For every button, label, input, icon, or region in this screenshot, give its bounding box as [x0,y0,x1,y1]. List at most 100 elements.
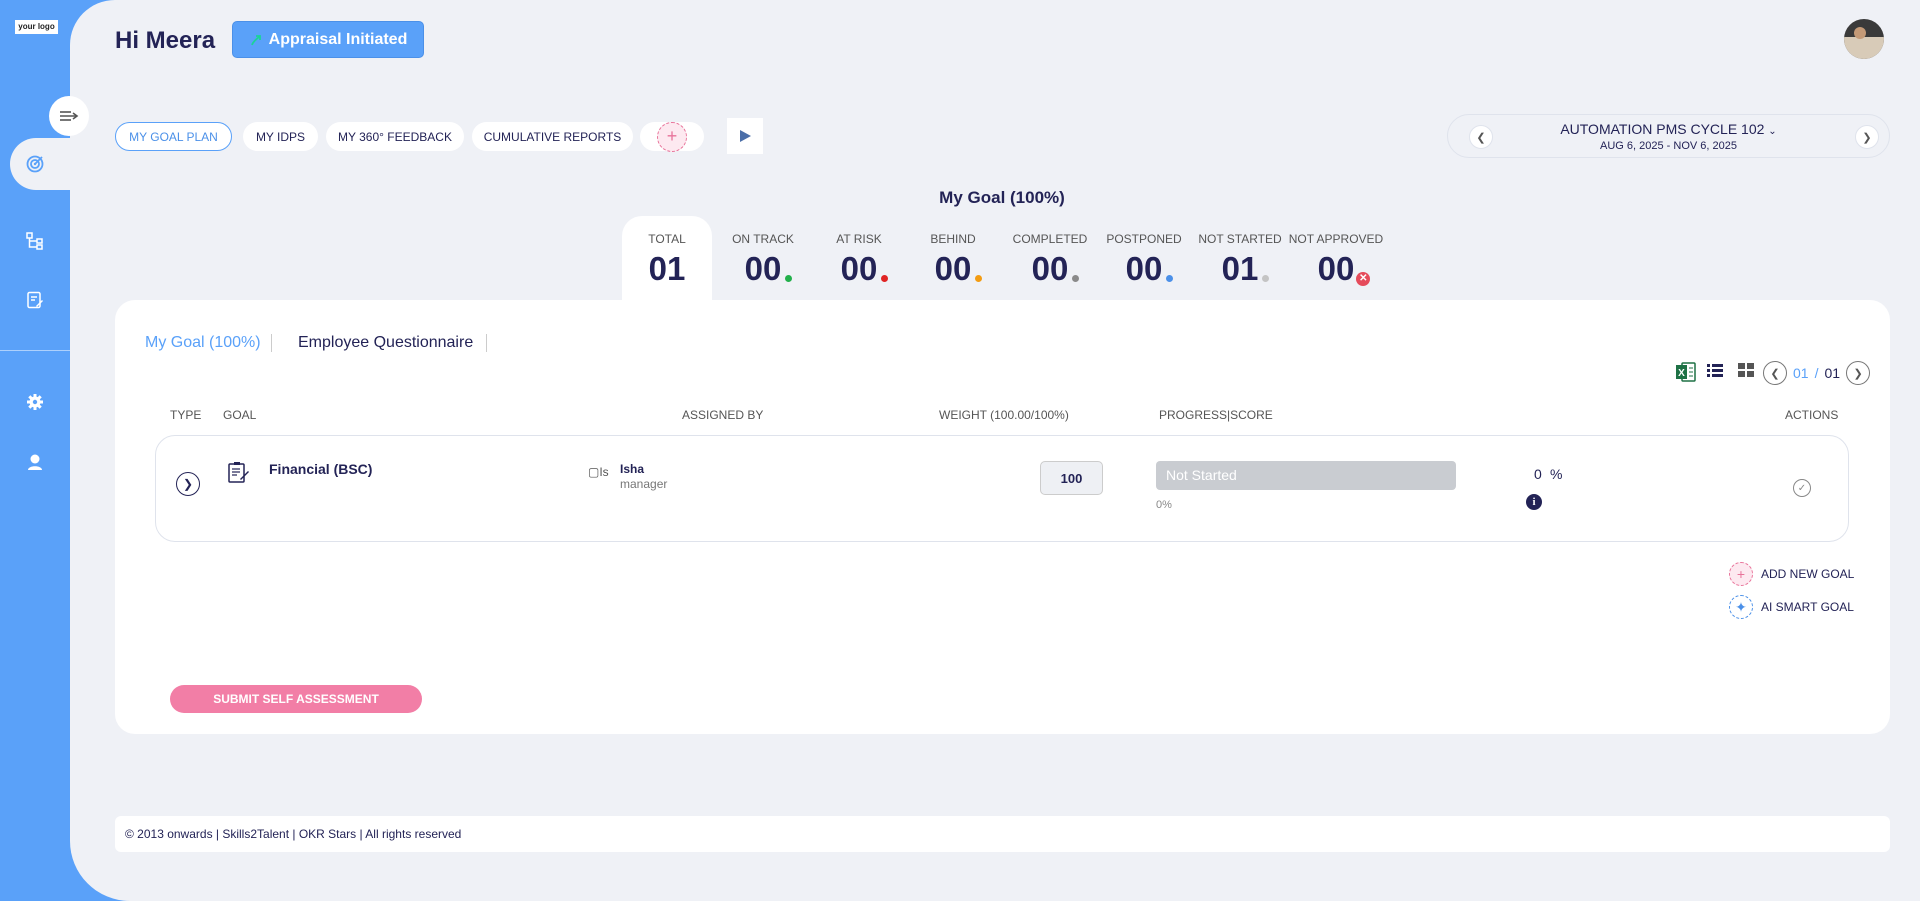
play-icon [740,130,751,142]
grid-view-button[interactable] [1737,361,1755,379]
play-button[interactable] [727,118,763,154]
score-unit: % [1550,466,1563,482]
sidebar-item-hierarchy[interactable] [0,216,70,266]
plus-icon: + [657,121,687,152]
tab-my-idps[interactable]: MY IDPS [243,122,318,151]
prev-page-button[interactable]: ❮ [1763,361,1787,385]
status-dot [1072,275,1080,282]
list-view-button[interactable] [1706,361,1724,379]
stat-value: 00 ✕ [1318,250,1371,288]
sidebar-item-goals[interactable] [0,139,70,189]
tab-my-360-feedback[interactable]: MY 360° FEEDBACK [326,122,464,151]
stat-value: 01 [1222,250,1270,288]
page-separator: / [1814,365,1819,381]
list-view-icon [1707,364,1723,377]
hierarchy-icon [26,232,43,250]
weight-input[interactable]: 100 [1040,461,1103,495]
assignee-role: manager [620,477,668,491]
status-dot [785,275,793,282]
tab-label: CUMULATIVE REPORTS [483,129,622,144]
goal-heading: My Goal (100%) [939,188,1065,207]
sidebar-item-reports[interactable] [0,275,70,325]
stat-label: NOT APPROVED [1288,232,1384,246]
stat-not-started[interactable]: NOT STARTED 01 [1195,232,1285,288]
status-dot [975,275,983,282]
appraisal-status-label: Appraisal Initiated [268,30,408,48]
ai-smart-goal-button[interactable]: ✦ AI SMART GOAL [1729,595,1854,619]
chevron-right-icon: ❯ [1853,367,1863,380]
add-tab-button[interactable]: + [640,121,704,152]
stat-label: NOT STARTED [1198,232,1282,246]
stat-label: POSTPONED [1106,232,1182,246]
tab-label: MY GOAL PLAN [129,129,218,144]
excel-icon: X [1676,362,1696,382]
info-icon[interactable]: i [1526,494,1542,510]
document-edit-icon [27,291,43,309]
submit-label: SUBMIT SELF ASSESSMENT [213,692,379,706]
footer: © 2013 onwards | Skills2Talent | OKR Sta… [115,816,1890,852]
sidebar-item-settings[interactable] [0,377,70,427]
sparkle-icon: ✦ [1729,595,1753,619]
chevron-left-icon: ❮ [1770,367,1780,380]
excel-export-button[interactable]: X [1675,361,1697,383]
chevron-right-icon: ❯ [1862,131,1872,144]
stat-behind[interactable]: BEHIND 00 [910,232,996,288]
next-page-button[interactable]: ❯ [1846,361,1871,385]
user-avatar[interactable] [1844,19,1884,59]
stat-label: ON TRACK [732,232,794,246]
sidebar-item-profile[interactable] [0,437,70,487]
tab-label: MY IDPS [255,129,306,144]
stat-value: 01 [648,250,686,287]
cycle-title[interactable]: AUTOMATION PMS CYCLE 102 ⌄ [1448,121,1889,137]
plus-icon: + [1729,562,1753,586]
goal-name[interactable]: Financial (BSC) [269,461,372,477]
cycle-selector[interactable]: ❮ AUTOMATION PMS CYCLE 102 ⌄ AUG 6, 2025… [1447,114,1890,158]
goal-type-icon [228,462,249,483]
cycle-next-button[interactable]: ❯ [1855,125,1879,149]
progress-bar: Not Started [1156,461,1456,490]
stat-label: BEHIND [930,232,976,246]
sidebar-collapse-button[interactable] [49,96,89,136]
stat-on-track[interactable]: ON TRACK 00 [720,232,806,288]
collapse-menu-icon [60,111,79,121]
col-header-progress: PROGRESS|SCORE [1159,408,1273,422]
svg-text:X: X [1678,368,1685,379]
submit-self-assessment-button[interactable]: SUBMIT SELF ASSESSMENT [170,685,422,713]
ai-smart-goal-label: AI SMART GOAL [1761,600,1854,614]
subtab-my-goal[interactable]: My Goal (100%) [145,334,261,352]
approve-check-icon[interactable]: ✓ [1793,479,1811,497]
col-header-type: TYPE [170,408,202,422]
stat-value: 00 [1032,250,1080,288]
col-header-weight: WEIGHT (100.00/100%) [939,408,1069,422]
target-icon [26,155,44,173]
chevron-right-icon: ❯ [182,477,194,491]
status-dot [1262,275,1270,282]
stat-total[interactable]: TOTAL 01 [622,232,712,288]
assignee-name: Isha [620,462,645,476]
appraisal-status-badge[interactable]: Appraisal Initiated [232,21,424,58]
stat-not-approved[interactable]: NOT APPROVED 00 ✕ [1288,232,1384,288]
subtab-employee-questionnaire[interactable]: Employee Questionnaire [298,334,473,352]
subtab-divider [271,334,272,352]
assignee-avatar: ▢Is [588,465,609,479]
cycle-title-label: AUTOMATION PMS CYCLE 102 [1560,121,1765,137]
stat-completed[interactable]: COMPLETED 00 [1005,232,1095,288]
progress-percent: 0% [1156,499,1172,511]
stat-postponed[interactable]: POSTPONED 00 [1100,232,1188,288]
add-new-goal-button[interactable]: + ADD NEW GOAL [1729,562,1854,586]
chevron-down-icon: ⌄ [1768,126,1777,137]
tab-my-goal-plan[interactable]: MY GOAL PLAN [115,122,232,151]
tab-cumulative-reports[interactable]: CUMULATIVE REPORTS [472,122,633,151]
stat-at-risk[interactable]: AT RISK 00 [816,232,902,288]
current-page: 01 [1793,365,1809,381]
weight-value: 100 [1060,470,1083,486]
stat-value: 00 [1126,250,1174,288]
expand-row-button[interactable]: ❯ [176,472,200,496]
user-icon [28,454,42,470]
sidebar-divider [0,350,70,351]
goal-row[interactable]: ❯ Financial (BSC) ▢Is Isha manager 100 N… [155,435,1849,542]
stat-label: AT RISK [836,232,882,246]
company-logo: your logo [15,20,58,34]
add-new-goal-label: ADD NEW GOAL [1761,567,1855,581]
grid-view-icon [1738,363,1754,377]
